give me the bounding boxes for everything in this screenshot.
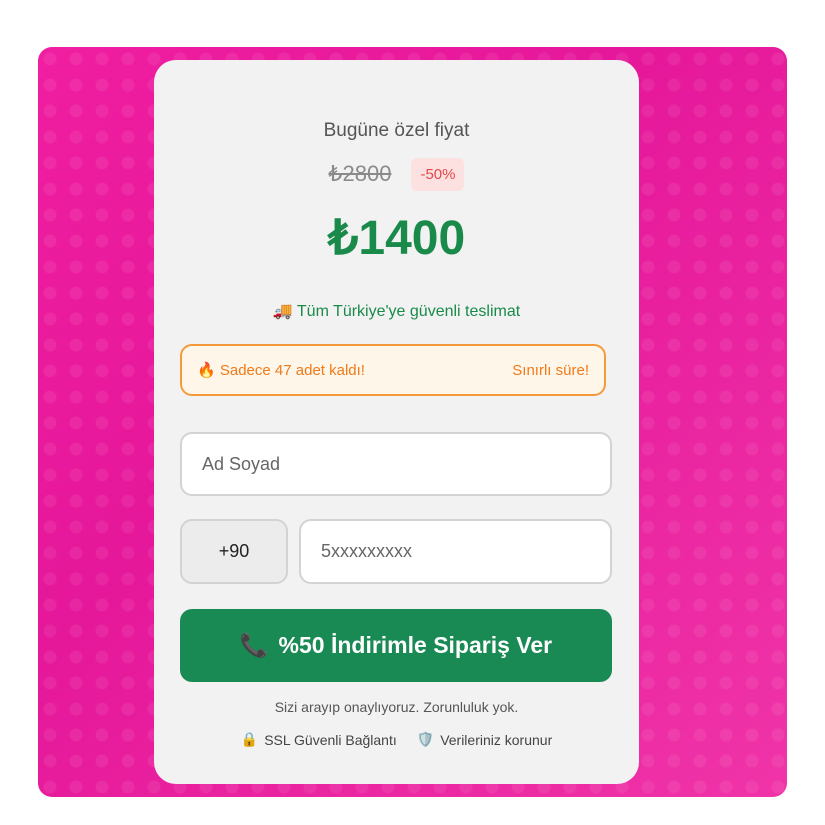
fire-icon: 🔥: [197, 362, 216, 379]
privacy-badge: 🛡️ Verileriniz korunur: [417, 731, 553, 748]
country-code-field[interactable]: +90: [180, 519, 288, 584]
delivery-info: 🚚 Tüm Türkiye'ye güvenli teslimat: [154, 301, 639, 321]
privacy-text: Verileriniz korunur: [440, 731, 553, 748]
discount-badge: -50%: [411, 157, 465, 191]
confirmation-note: Sizi arayıp onaylıyoruz. Zorunluluk yok.: [274, 699, 519, 715]
stock-text: Sadece 47 adet kaldı!: [219, 362, 365, 379]
truck-icon: 🚚: [272, 303, 293, 320]
order-submit-button[interactable]: 📞 %50 İndirimle Sipariş Ver: [180, 609, 612, 682]
old-price-row: ₺2800 -50%: [154, 155, 639, 193]
trust-badges: 🔒 SSL Güvenli Bağlantı 🛡️ Verileriniz ko…: [154, 731, 639, 748]
ssl-badge: 🔒 SSL Güvenli Bağlantı: [241, 731, 397, 748]
phone-field[interactable]: 5xxxxxxxxx: [299, 519, 612, 584]
limited-time-text: Sınırlı süre!: [512, 361, 589, 379]
shield-icon: 🛡️: [416, 731, 435, 747]
delivery-text: Tüm Türkiye'ye güvenli teslimat: [296, 303, 521, 320]
offer-headline: Bugüne özel fiyat: [323, 120, 470, 141]
submit-label: %50 İndirimle Sipariş Ver: [278, 632, 553, 658]
ssl-text: SSL Güvenli Bağlantı: [264, 731, 397, 748]
phone-icon: 📞: [239, 632, 269, 658]
lock-icon: 🔒: [240, 731, 259, 747]
stock-alert: 🔥 Sadece 47 adet kaldı! Sınırlı süre!: [180, 344, 606, 396]
new-price: ₺1400: [327, 212, 466, 265]
old-price: ₺2800: [328, 161, 392, 186]
order-card: Bugüne özel fiyat ₺2800 -50% ₺1400 🚚 Tüm…: [154, 60, 639, 784]
name-field[interactable]: Ad Soyad: [180, 432, 612, 496]
stock-message: 🔥 Sadece 47 adet kaldı!: [197, 361, 365, 379]
